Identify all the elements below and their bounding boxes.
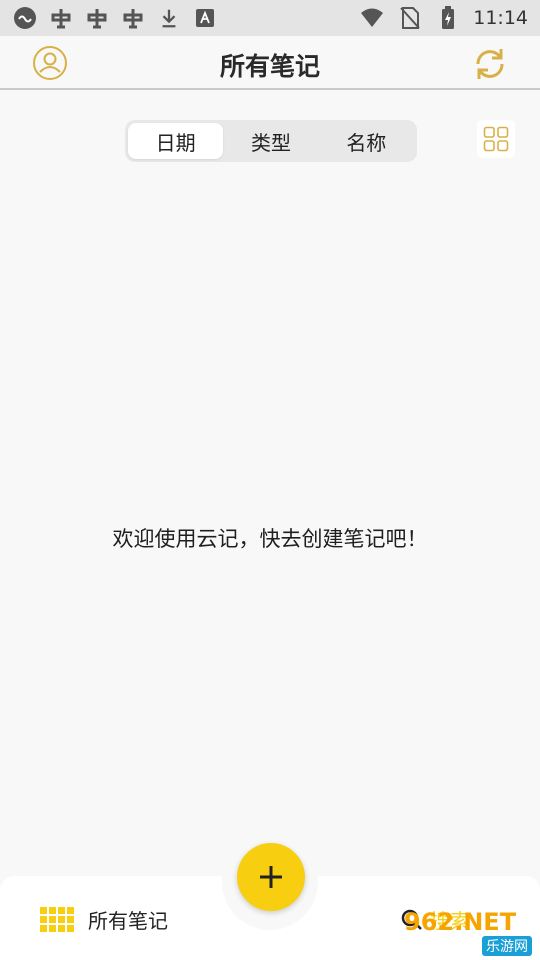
watermark-top-text: 962.NET bbox=[404, 908, 517, 936]
wifi-icon bbox=[359, 5, 385, 31]
page-title: 所有笔记 bbox=[219, 52, 320, 81]
no-sim-icon bbox=[397, 5, 423, 31]
sort-tab-name[interactable]: 名称 bbox=[319, 123, 414, 159]
sync-icon bbox=[476, 49, 504, 79]
view-toggle-button[interactable] bbox=[477, 120, 515, 158]
empty-state-message: 欢迎使用云记，快去创建笔记吧！ bbox=[112, 527, 428, 551]
grid-view-icon bbox=[483, 126, 509, 152]
sort-tab-date[interactable]: 日期 bbox=[128, 123, 224, 159]
sort-tab-type[interactable]: 类型 bbox=[223, 123, 318, 159]
watermark-bottom-text: 乐游网 bbox=[482, 936, 532, 956]
watermark-logo: 962.NET 乐游网 bbox=[404, 908, 534, 956]
all-notes-grid-icon bbox=[40, 906, 74, 932]
status-bar: 11:14 bbox=[0, 0, 540, 36]
font-icon bbox=[192, 5, 218, 31]
status-system: 11:14 bbox=[359, 5, 528, 31]
cast-icon bbox=[12, 5, 38, 31]
nav-all-notes-label: 所有笔记 bbox=[88, 909, 168, 933]
battery-charging-icon bbox=[435, 5, 461, 31]
bug-icon bbox=[48, 5, 74, 31]
plus-icon bbox=[260, 866, 282, 888]
download-icon bbox=[156, 5, 182, 31]
status-time: 11:14 bbox=[473, 7, 528, 29]
status-notifications bbox=[12, 5, 218, 31]
sync-button[interactable] bbox=[470, 44, 510, 84]
app-header: 所有笔记 bbox=[0, 36, 540, 90]
nav-all-notes[interactable]: 所有笔记 bbox=[40, 905, 168, 934]
add-note-button[interactable] bbox=[237, 843, 305, 911]
bug-icon bbox=[120, 5, 146, 31]
bug-icon bbox=[84, 5, 110, 31]
sort-segmented-control: 日期 类型 名称 bbox=[125, 120, 417, 162]
